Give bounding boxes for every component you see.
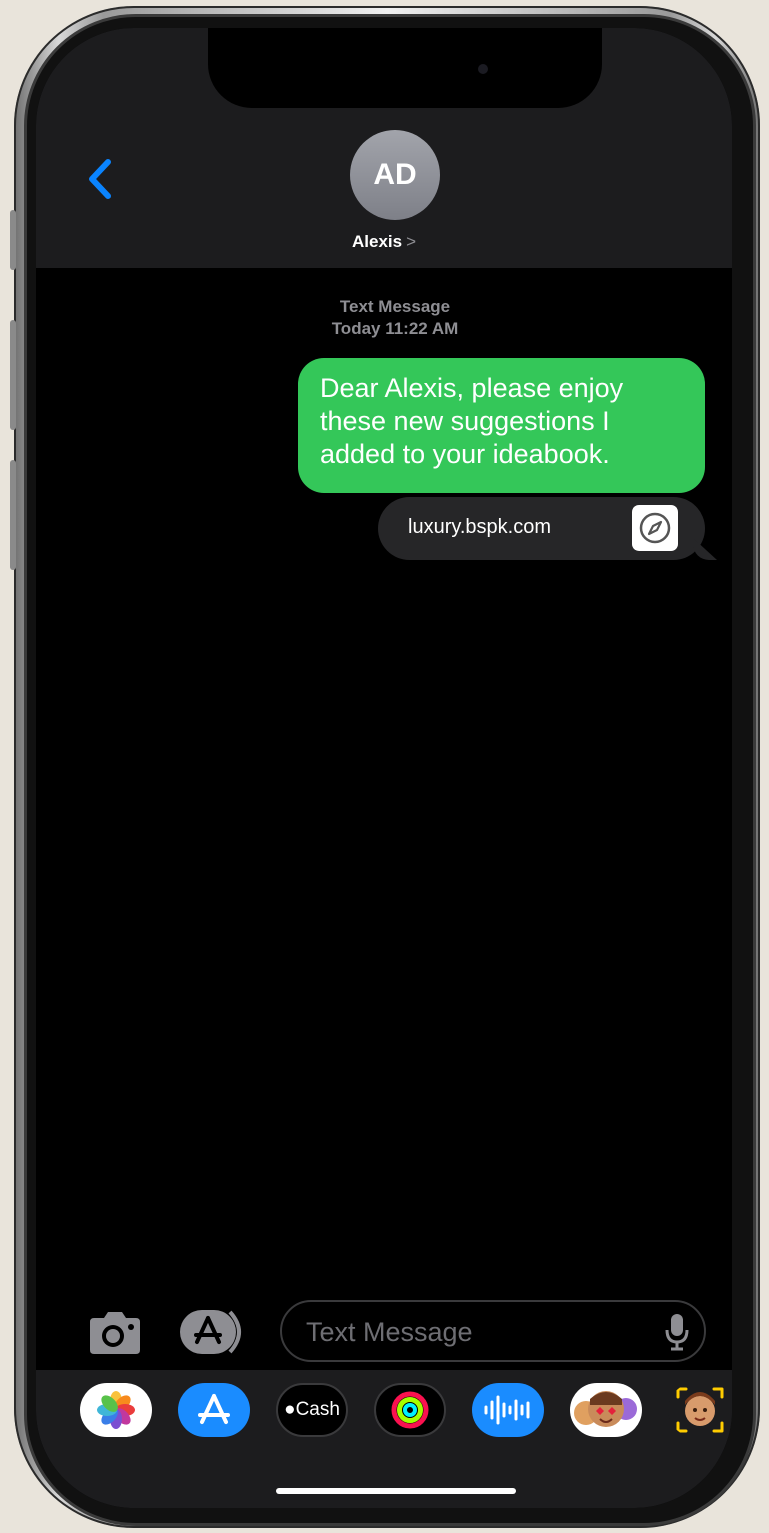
contact-name-button[interactable]: Alexis >: [36, 232, 732, 252]
volume-down-button: [10, 460, 16, 570]
app-store-toggle-icon[interactable]: [178, 1308, 252, 1356]
service-label: Text Message: [339, 297, 451, 316]
front-camera: [478, 64, 488, 74]
apple-logo-icon: ●: [284, 1399, 296, 1420]
avatar[interactable]: AD: [350, 130, 440, 220]
notch: [208, 28, 602, 108]
message-input-field[interactable]: [280, 1300, 706, 1362]
microphone-icon[interactable]: [664, 1312, 690, 1352]
link-preview-bubble[interactable]: luxury.bspk.com: [378, 497, 717, 560]
photos-app-icon[interactable]: [80, 1383, 152, 1437]
phone-screen: AD Alexis > Text Message Today 11:22 AM D…: [36, 28, 732, 1508]
activity-icon[interactable]: [374, 1383, 446, 1437]
message-meta: Text Message Today 11:22 AM: [36, 296, 732, 340]
volume-up-button: [10, 320, 16, 430]
camera-icon[interactable]: [86, 1310, 144, 1356]
message-text: Dear Alexis, please enjoy these new sugg…: [320, 373, 624, 469]
app-store-icon[interactable]: [178, 1383, 250, 1437]
apple-cash-icon[interactable]: ● Cash: [276, 1383, 348, 1437]
composer-row: [36, 1300, 732, 1364]
side-button: [10, 210, 16, 270]
back-chevron-icon[interactable]: [82, 156, 118, 202]
timestamp: Today 11:22 AM: [331, 319, 459, 338]
message-input[interactable]: [304, 1302, 638, 1362]
bubble-tail: [693, 538, 717, 560]
audio-message-icon[interactable]: [472, 1383, 544, 1437]
contact-name: Alexis: [351, 232, 403, 251]
memoji-icon[interactable]: [668, 1383, 732, 1437]
link-url: luxury.bspk.com: [408, 516, 552, 538]
memoji-stickers-icon[interactable]: [570, 1383, 642, 1437]
home-indicator[interactable]: [276, 1488, 516, 1494]
compass-icon: [632, 505, 678, 551]
cash-label: Cash: [295, 1399, 340, 1420]
chevron-right-icon: >: [406, 232, 417, 251]
conversation-header: AD Alexis >: [36, 28, 732, 268]
sent-message-bubble[interactable]: Dear Alexis, please enjoy these new sugg…: [298, 358, 705, 493]
